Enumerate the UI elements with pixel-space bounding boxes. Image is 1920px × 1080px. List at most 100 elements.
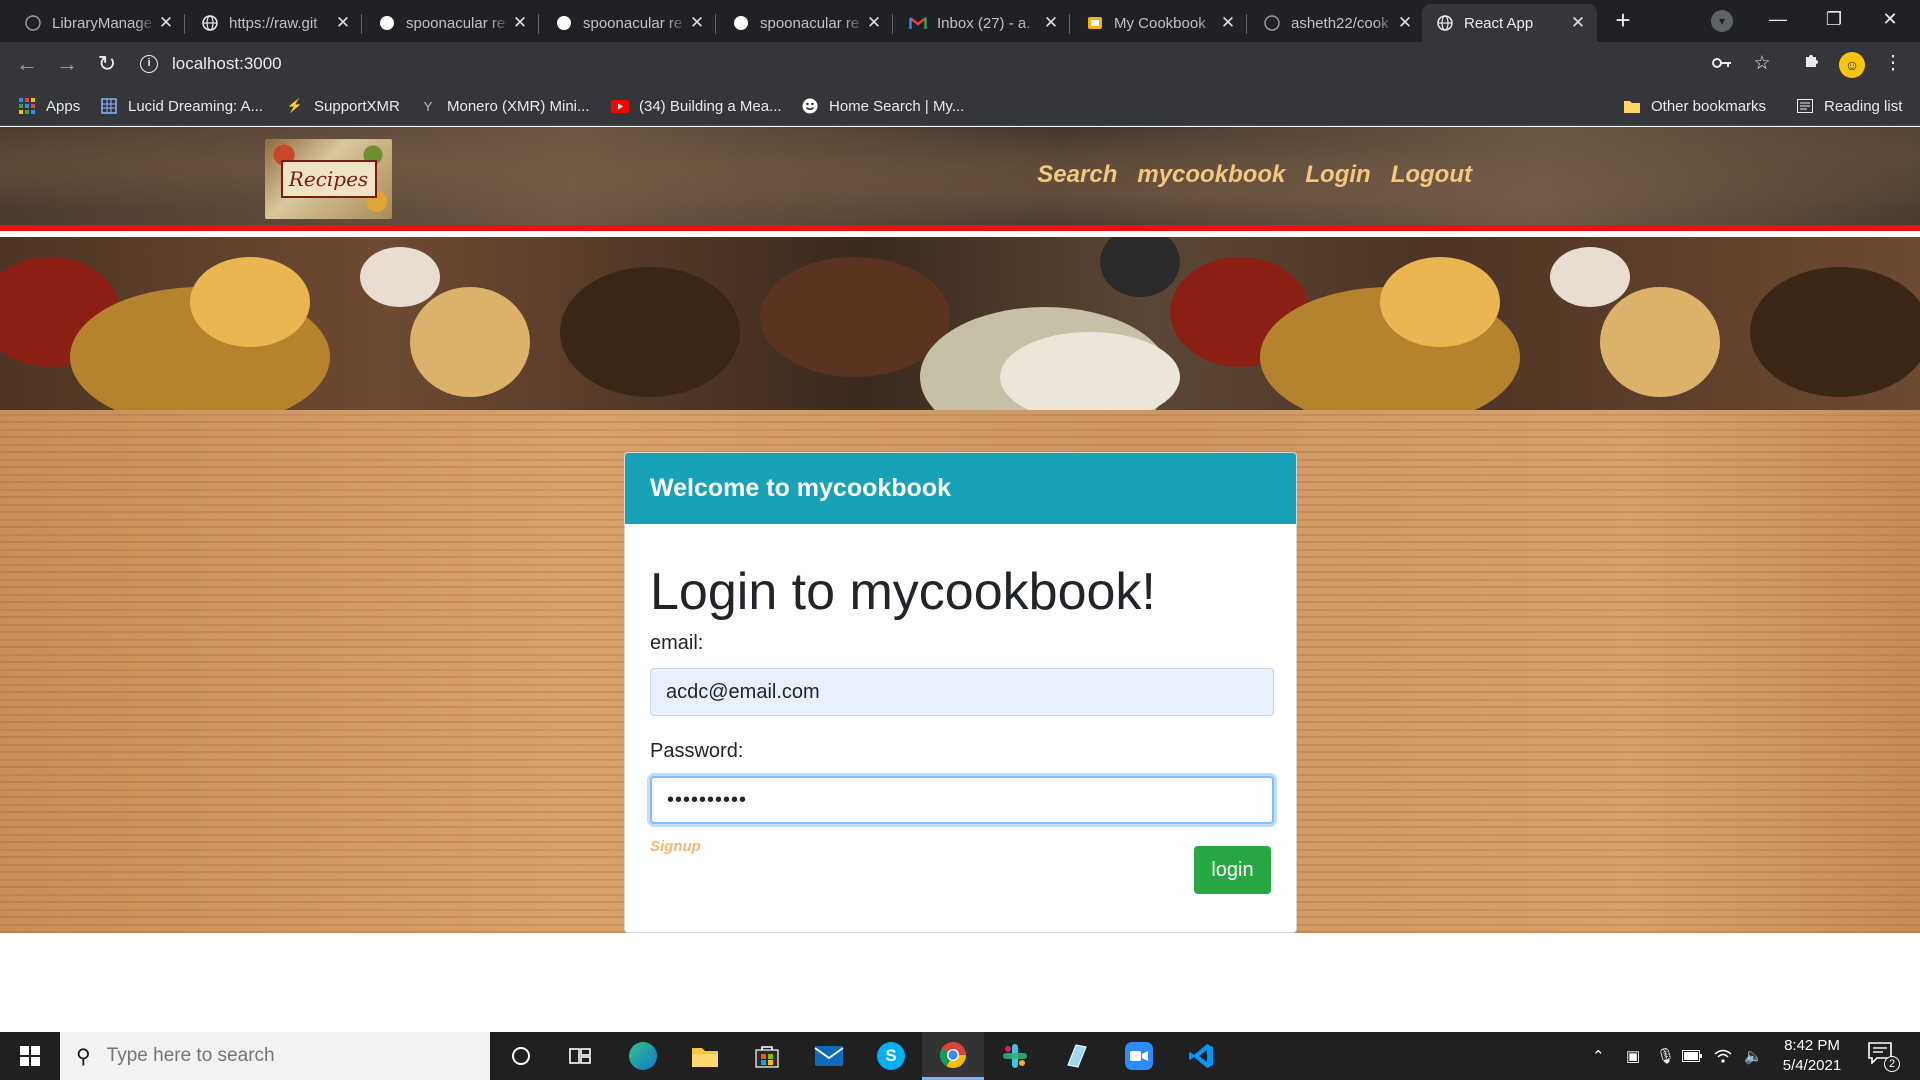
pinecone-decoration bbox=[1750, 267, 1920, 397]
edge-icon[interactable] bbox=[612, 1032, 674, 1080]
sack-decoration bbox=[1100, 237, 1180, 297]
bookmark-item[interactable]: Lucid Dreaming: A... bbox=[100, 95, 263, 117]
file-explorer-icon[interactable] bbox=[674, 1032, 736, 1080]
garlic-decoration bbox=[360, 247, 440, 307]
globe-icon bbox=[1436, 14, 1454, 32]
vscode-icon[interactable] bbox=[1170, 1032, 1232, 1080]
bookmark-label: Lucid Dreaming: A... bbox=[128, 97, 264, 115]
extensions-icon[interactable] bbox=[1799, 51, 1825, 77]
store-icon[interactable] bbox=[736, 1032, 798, 1080]
reading-list[interactable]: Reading list bbox=[1796, 95, 1902, 117]
password-field[interactable] bbox=[650, 776, 1274, 824]
zoom-icon[interactable] bbox=[1108, 1032, 1170, 1080]
spoonacular-icon bbox=[378, 14, 396, 32]
signup-link[interactable]: Signup bbox=[650, 838, 701, 855]
bookmark-star-icon[interactable]: ☆ bbox=[1749, 51, 1775, 77]
bookmark-item[interactable]: Home Search | My... bbox=[801, 95, 964, 117]
browser-tab[interactable]: spoonacular re ✕ bbox=[364, 4, 539, 42]
page-title: Login to mycookbook! bbox=[650, 563, 1156, 621]
tab-title: My Cookbook bbox=[1114, 14, 1206, 32]
notes-app-icon[interactable] bbox=[1046, 1032, 1108, 1080]
task-view-icon[interactable] bbox=[549, 1032, 611, 1080]
email-field[interactable] bbox=[650, 668, 1274, 716]
slack-icon[interactable] bbox=[984, 1032, 1046, 1080]
browser-tab[interactable]: spoonacular re ✕ bbox=[541, 4, 716, 42]
clock-date: 5/4/2021 bbox=[1782, 1057, 1842, 1074]
browser-tab[interactable]: asheth22/cook ✕ bbox=[1249, 4, 1424, 42]
tab-title: spoonacular re bbox=[760, 14, 860, 32]
show-hidden-icons[interactable]: ⌃ bbox=[1592, 1032, 1605, 1080]
restore-icon[interactable]: ❐ bbox=[1806, 0, 1862, 38]
tab-title: spoonacular re bbox=[406, 14, 506, 32]
minimize-icon[interactable]: — bbox=[1750, 0, 1806, 38]
search-icon: ⚲ bbox=[76, 1045, 91, 1068]
close-icon[interactable]: ✕ bbox=[1042, 13, 1060, 33]
ginger-decoration bbox=[1380, 257, 1500, 347]
new-tab-button[interactable]: + bbox=[1608, 7, 1638, 34]
notification-icon[interactable]: 2 bbox=[1868, 1042, 1900, 1072]
chrome-icon[interactable] bbox=[922, 1032, 984, 1080]
bookmark-item[interactable]: ⚡ SupportXMR bbox=[286, 95, 400, 117]
browser-tab[interactable]: Inbox (27) - a. ✕ bbox=[895, 4, 1070, 42]
browser-tab[interactable]: https://raw.git ✕ bbox=[187, 4, 362, 42]
bookmark-apps[interactable]: Apps bbox=[18, 95, 80, 117]
github-icon bbox=[24, 14, 42, 32]
profile-avatar[interactable]: ☺ bbox=[1839, 52, 1865, 78]
bookmark-label: (34) Building a Mea... bbox=[639, 97, 782, 115]
close-icon[interactable]: ✕ bbox=[688, 13, 706, 33]
close-icon[interactable]: ✕ bbox=[334, 13, 352, 33]
meet-now-icon[interactable]: ▣ bbox=[1626, 1032, 1640, 1080]
address-bar[interactable]: i localhost:3000 bbox=[140, 47, 1650, 81]
microphone-icon[interactable]: 🎙 bbox=[1656, 1032, 1675, 1080]
battery-icon[interactable] bbox=[1682, 1032, 1702, 1080]
start-button[interactable] bbox=[0, 1032, 60, 1080]
smiley-icon bbox=[801, 97, 819, 115]
site-info-icon[interactable]: i bbox=[140, 55, 158, 73]
nav-search-link[interactable]: Search bbox=[1037, 161, 1117, 189]
spoonacular-icon bbox=[555, 14, 573, 32]
key-icon[interactable] bbox=[1709, 51, 1735, 77]
bookmark-item[interactable]: (34) Building a Mea... bbox=[611, 95, 782, 117]
browser-tab-active[interactable]: React App ✕ bbox=[1422, 4, 1597, 42]
grid-icon bbox=[100, 97, 118, 115]
close-icon[interactable]: ✕ bbox=[865, 13, 883, 33]
nav-mycookbook-link[interactable]: mycookbook bbox=[1137, 161, 1285, 189]
login-button[interactable]: login bbox=[1194, 846, 1271, 894]
taskbar-search-input[interactable] bbox=[106, 1045, 437, 1067]
tab-title: Inbox (27) - a. bbox=[937, 14, 1031, 32]
wifi-icon[interactable] bbox=[1714, 1032, 1732, 1080]
close-icon[interactable]: ✕ bbox=[157, 13, 175, 33]
browser-tab[interactable]: LibraryManage ✕ bbox=[10, 4, 185, 42]
tab-search-icon[interactable]: ▾ bbox=[1711, 10, 1733, 32]
skype-icon[interactable]: S bbox=[860, 1032, 922, 1080]
browser-tab[interactable]: spoonacular re ✕ bbox=[718, 4, 893, 42]
back-icon[interactable]: ← bbox=[13, 50, 41, 78]
taskbar-search[interactable]: ⚲ bbox=[60, 1032, 490, 1080]
nav-login-link[interactable]: Login bbox=[1305, 161, 1370, 189]
recipes-logo[interactable]: Recipes bbox=[265, 139, 392, 219]
url-text: localhost:3000 bbox=[172, 54, 282, 73]
spice-banner-image bbox=[0, 237, 1920, 410]
close-icon[interactable]: ✕ bbox=[1396, 13, 1414, 33]
nav-logout-link[interactable]: Logout bbox=[1391, 161, 1472, 189]
reload-icon[interactable]: ↻ bbox=[93, 50, 121, 78]
close-icon[interactable]: ✕ bbox=[1569, 13, 1587, 33]
taskbar-clock[interactable]: 8:42 PM 5/4/2021 bbox=[1770, 1036, 1854, 1076]
site-header: Recipes Search mycookbook Login Logout bbox=[0, 127, 1920, 231]
close-icon[interactable]: ✕ bbox=[1219, 13, 1237, 33]
volume-icon[interactable]: 🔈 bbox=[1744, 1032, 1763, 1080]
reading-list-icon bbox=[1796, 97, 1814, 115]
cortana-icon[interactable] bbox=[490, 1032, 552, 1080]
close-icon[interactable]: ✕ bbox=[511, 13, 529, 33]
window-close-icon[interactable]: ✕ bbox=[1862, 0, 1918, 38]
browser-tab[interactable]: My Cookbook ✕ bbox=[1072, 4, 1247, 42]
other-bookmarks[interactable]: Other bookmarks bbox=[1623, 95, 1766, 117]
youtube-icon bbox=[611, 97, 629, 115]
tab-title: asheth22/cook bbox=[1291, 14, 1389, 32]
mail-icon[interactable] bbox=[798, 1032, 860, 1080]
ginger-decoration bbox=[410, 287, 530, 397]
login-card: Welcome to mycookbook Login to mycookboo… bbox=[624, 452, 1297, 933]
menu-icon[interactable]: ⋮ bbox=[1880, 51, 1906, 77]
forward-icon[interactable]: → bbox=[53, 50, 81, 78]
bookmark-item[interactable]: Y Monero (XMR) Mini... bbox=[419, 95, 590, 117]
